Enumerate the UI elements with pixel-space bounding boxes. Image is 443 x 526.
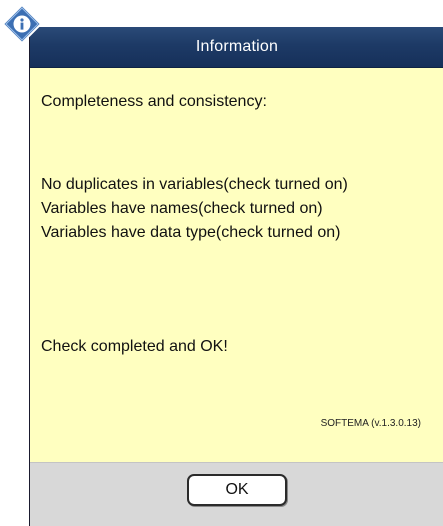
information-dialog: Information Completeness and consistency… <box>29 27 443 526</box>
ok-button[interactable]: OK <box>187 474 287 506</box>
check-item: Variables have names(check turned on) <box>41 200 323 217</box>
dialog-title: Information <box>195 38 279 55</box>
button-bar: OK <box>30 462 443 526</box>
result-message: Check completed and OK! <box>41 338 228 355</box>
version-label: SOFTEMA (v.1.3.0.13) <box>320 418 421 429</box>
message-heading: Completeness and consistency: <box>41 93 267 110</box>
check-item: Variables have data type(check turned on… <box>41 224 341 241</box>
info-diamond-icon <box>2 4 42 44</box>
title-bar[interactable]: Information <box>30 27 443 68</box>
check-item: No duplicates in variables(check turned … <box>41 176 348 193</box>
message-area: Completeness and consistency: No duplica… <box>30 68 443 462</box>
checks-list: No duplicates in variables(check turned … <box>41 173 348 245</box>
